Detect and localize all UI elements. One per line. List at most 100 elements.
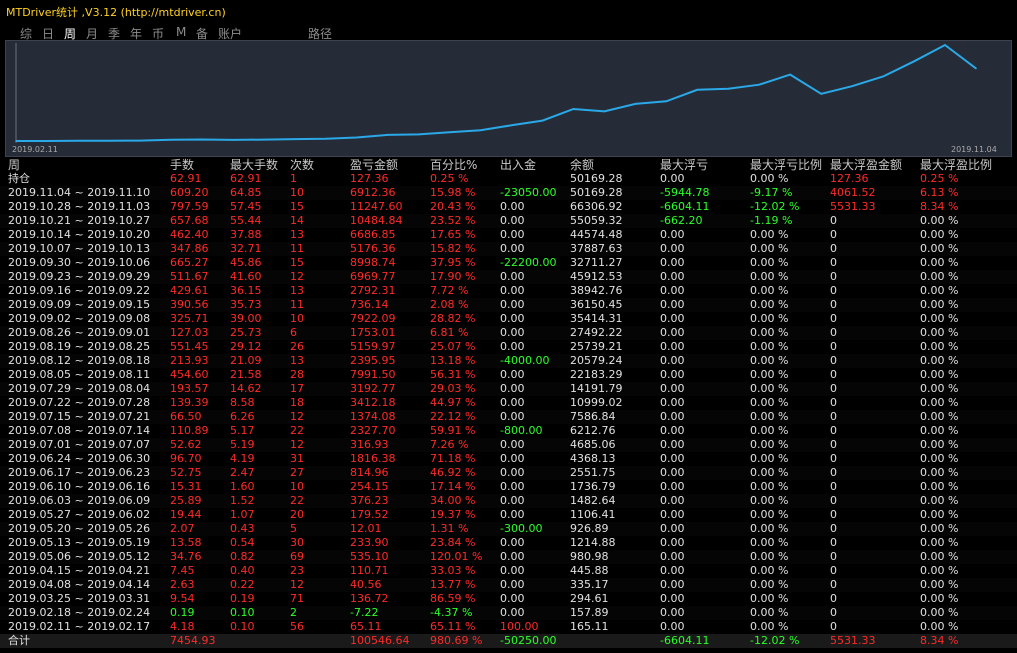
- cell-percent: 86.59 %: [430, 592, 476, 605]
- table-row[interactable]: 2019.10.21 ~ 2019.10.27 657.68 55.44 14 1048…: [0, 214, 1017, 228]
- table-row[interactable]: 2019.04.08 ~ 2019.04.14 2.63 0.22 12 40.56 13…: [0, 578, 1017, 592]
- cell-max-float-loss: 0.00: [660, 410, 685, 423]
- header-deposit: 出入金: [500, 158, 537, 172]
- table-row[interactable]: 2019.06.10 ~ 2019.06.16 15.31 1.60 10 254.15…: [0, 480, 1017, 494]
- cell-deposit: 0.00: [500, 480, 525, 493]
- cell-count: 13: [290, 354, 304, 367]
- table-row[interactable]: 2019.08.19 ~ 2019.08.25 551.45 29.12 26 5159…: [0, 340, 1017, 354]
- cell-max-float-loss: 0.00: [660, 550, 685, 563]
- cell-lots: 347.86: [170, 242, 209, 255]
- cell-week: 2019.08.05 ~ 2019.08.11: [8, 368, 151, 381]
- cell-lots: 429.61: [170, 284, 209, 297]
- cell-max-lots: 5.17: [230, 424, 255, 437]
- cell-max-float-loss-pct: 0.00 %: [750, 172, 789, 185]
- header-lots: 手数: [170, 158, 195, 172]
- cell-percent: 29.03 %: [430, 382, 476, 395]
- cell-lots: 13.58: [170, 536, 202, 549]
- cell-deposit: -22200.00: [500, 256, 557, 269]
- cell-lots: 110.89: [170, 424, 209, 437]
- cell-max-float-loss-pct: 0.00 %: [750, 298, 789, 311]
- table-row[interactable]: 2019.10.28 ~ 2019.11.03 797.59 57.45 15 1124…: [0, 200, 1017, 214]
- cell-pnl: 2792.31: [350, 284, 396, 297]
- cell-max-float-profit: 0: [830, 466, 837, 479]
- table-row[interactable]: 2019.08.26 ~ 2019.09.01 127.03 25.73 6 1753.…: [0, 326, 1017, 340]
- cell-count: 69: [290, 550, 304, 563]
- cell-max-float-loss-pct: 0.00 %: [750, 242, 789, 255]
- cell-max-float-loss: 0.00: [660, 312, 685, 325]
- cell-lots: 462.40: [170, 228, 209, 241]
- cell-balance: 4368.13: [570, 452, 616, 465]
- cell-percent: 37.95 %: [430, 256, 476, 269]
- cell-pnl: 7991.50: [350, 368, 396, 381]
- cell-max-float-profit-pct: 0.00 %: [920, 578, 959, 591]
- tab-m[interactable]: M: [176, 25, 186, 39]
- table-row[interactable]: 2019.08.05 ~ 2019.08.11 454.60 21.58 28 7991…: [0, 368, 1017, 382]
- table-row[interactable]: 2019.09.23 ~ 2019.09.29 511.67 41.60 12 6969…: [0, 270, 1017, 284]
- table-row[interactable]: 2019.09.02 ~ 2019.09.08 325.71 39.00 10 7922…: [0, 312, 1017, 326]
- table-row[interactable]: 2019.09.16 ~ 2019.09.22 429.61 36.15 13 2792…: [0, 284, 1017, 298]
- cell-max-float-loss-pct: 0.00 %: [750, 284, 789, 297]
- table-row[interactable]: 2019.03.25 ~ 2019.03.31 9.54 0.19 71 136.72 8…: [0, 592, 1017, 606]
- cell-max-lots: 25.73: [230, 326, 262, 339]
- table-row[interactable]: 2019.02.18 ~ 2019.02.24 0.19 0.10 2 -7.22 -4.…: [0, 606, 1017, 620]
- table-row[interactable]: 2019.06.24 ~ 2019.06.30 96.70 4.19 31 1816.3…: [0, 452, 1017, 466]
- table-row[interactable]: 2019.05.13 ~ 2019.05.19 13.58 0.54 30 233.90…: [0, 536, 1017, 550]
- cell-max-float-profit-pct: 0.00 %: [920, 312, 959, 325]
- table-row[interactable]: 2019.07.01 ~ 2019.07.07 52.62 5.19 12 316.93…: [0, 438, 1017, 452]
- header-max-float-loss-pct: 最大浮亏比例: [750, 158, 823, 172]
- cell-balance: 36150.45: [570, 298, 623, 311]
- cell-max-lots: 0.19: [230, 592, 255, 605]
- cell-pnl: 10484.84: [350, 214, 403, 227]
- table-total-row[interactable]: 合计 7454.93 100546.64 980.69 % -50250.00 -6604…: [0, 634, 1017, 648]
- table-row[interactable]: 2019.02.11 ~ 2019.02.17 4.18 0.10 56 65.11 65…: [0, 620, 1017, 634]
- table-row[interactable]: 2019.05.06 ~ 2019.05.12 34.76 0.82 69 535.10…: [0, 550, 1017, 564]
- cell-lots: 52.75: [170, 466, 202, 479]
- cell-deposit: -23050.00: [500, 186, 557, 199]
- table-row[interactable]: 2019.07.22 ~ 2019.07.28 139.39 8.58 18 3412.…: [0, 396, 1017, 410]
- cell-week: 2019.10.28 ~ 2019.11.03: [8, 200, 151, 213]
- cell-count: 11: [290, 242, 304, 255]
- cell-percent: 34.00 %: [430, 494, 476, 507]
- cell-lots: 797.59: [170, 200, 209, 213]
- cell-pnl: -7.22: [350, 606, 379, 619]
- cell-max-float-loss-pct: 0.00 %: [750, 494, 789, 507]
- table-row[interactable]: 2019.07.29 ~ 2019.08.04 193.57 14.62 17 3192…: [0, 382, 1017, 396]
- cell-max-float-loss-pct: 0.00 %: [750, 228, 789, 241]
- table-row[interactable]: 2019.10.14 ~ 2019.10.20 462.40 37.88 13 6686…: [0, 228, 1017, 242]
- cell-max-lots: 1.60: [230, 480, 255, 493]
- cell-max-float-loss: 0.00: [660, 578, 685, 591]
- cell-max-float-loss: 0.00: [660, 438, 685, 451]
- cell-max-lots: 62.91: [230, 172, 262, 185]
- cell-max-lots: 35.73: [230, 298, 262, 311]
- cell-deposit: -4000.00: [500, 354, 550, 367]
- cell-deposit: 0.00: [500, 452, 525, 465]
- table-row[interactable]: 2019.05.20 ~ 2019.05.26 2.07 0.43 5 12.01 1.3…: [0, 522, 1017, 536]
- cell-pnl: 5176.36: [350, 242, 396, 255]
- table-row[interactable]: 持仓 62.91 62.91 1 127.36 0.25 % 50169.28 0.00 0.0…: [0, 172, 1017, 186]
- cell-max-float-profit: 0: [830, 270, 837, 283]
- cell-max-float-loss: 0.00: [660, 340, 685, 353]
- cell-max-lots: 39.00: [230, 312, 262, 325]
- table-row[interactable]: 2019.04.15 ~ 2019.04.21 7.45 0.40 23 110.71 3…: [0, 564, 1017, 578]
- cell-deposit: 0.00: [500, 298, 525, 311]
- table-row[interactable]: 2019.06.03 ~ 2019.06.09 25.89 1.52 22 376.23…: [0, 494, 1017, 508]
- table-row[interactable]: 2019.05.27 ~ 2019.06.02 19.44 1.07 20 179.52…: [0, 508, 1017, 522]
- cell-max-float-loss: 0.00: [660, 270, 685, 283]
- cell-max-float-loss-pct: -1.19 %: [750, 214, 793, 227]
- table-row[interactable]: 2019.08.12 ~ 2019.08.18 213.93 21.09 13 2395…: [0, 354, 1017, 368]
- cell-pnl: 2327.70: [350, 424, 396, 437]
- balance-point-27: [851, 85, 853, 87]
- cell-count: 15: [290, 256, 304, 269]
- cell-max-float-loss-pct: 0.00 %: [750, 466, 789, 479]
- table-row[interactable]: 2019.09.30 ~ 2019.10.06 665.27 45.86 15 8998…: [0, 256, 1017, 270]
- cell-max-float-loss-pct: 0.00 %: [750, 578, 789, 591]
- table-row[interactable]: 2019.06.17 ~ 2019.06.23 52.75 2.47 27 814.96…: [0, 466, 1017, 480]
- table-row[interactable]: 2019.10.07 ~ 2019.10.13 347.86 32.71 11 5176…: [0, 242, 1017, 256]
- cell-max-lots: 64.85: [230, 186, 262, 199]
- cell-deposit: 0.00: [500, 592, 525, 605]
- table-row[interactable]: 2019.11.04 ~ 2019.11.10 609.20 64.85 10 6912…: [0, 186, 1017, 200]
- table-row[interactable]: 2019.09.09 ~ 2019.09.15 390.56 35.73 11 736.…: [0, 298, 1017, 312]
- table-row[interactable]: 2019.07.15 ~ 2019.07.21 66.50 6.26 12 1374.0…: [0, 410, 1017, 424]
- cell-week: 2019.02.11 ~ 2019.02.17: [8, 620, 151, 633]
- table-row[interactable]: 2019.07.08 ~ 2019.07.14 110.89 5.17 22 2327.…: [0, 424, 1017, 438]
